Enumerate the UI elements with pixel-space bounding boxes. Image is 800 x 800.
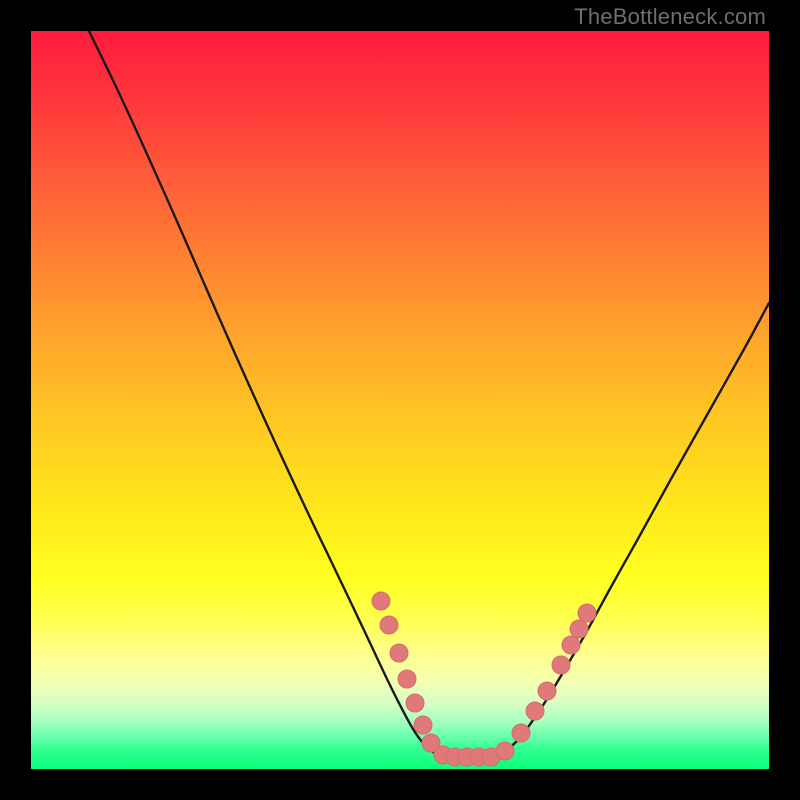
curve-marker — [570, 620, 588, 638]
curve-marker — [406, 694, 424, 712]
curve-marker — [380, 616, 398, 634]
curve-marker — [512, 724, 530, 742]
curve-marker — [390, 644, 408, 662]
curve-marker — [398, 670, 416, 688]
curve-marker — [562, 636, 580, 654]
curve-marker — [538, 682, 556, 700]
curve-marker — [496, 742, 514, 760]
curve-markers — [372, 592, 596, 766]
curve-marker — [552, 656, 570, 674]
chart-stage: TheBottleneck.com — [0, 0, 800, 800]
curve-marker — [414, 716, 432, 734]
curve-layer — [31, 31, 769, 769]
watermark-text: TheBottleneck.com — [574, 4, 766, 30]
plot-area — [31, 31, 769, 769]
curve-marker — [578, 604, 596, 622]
bottleneck-curve — [89, 31, 769, 757]
curve-marker — [526, 702, 544, 720]
curve-marker — [372, 592, 390, 610]
